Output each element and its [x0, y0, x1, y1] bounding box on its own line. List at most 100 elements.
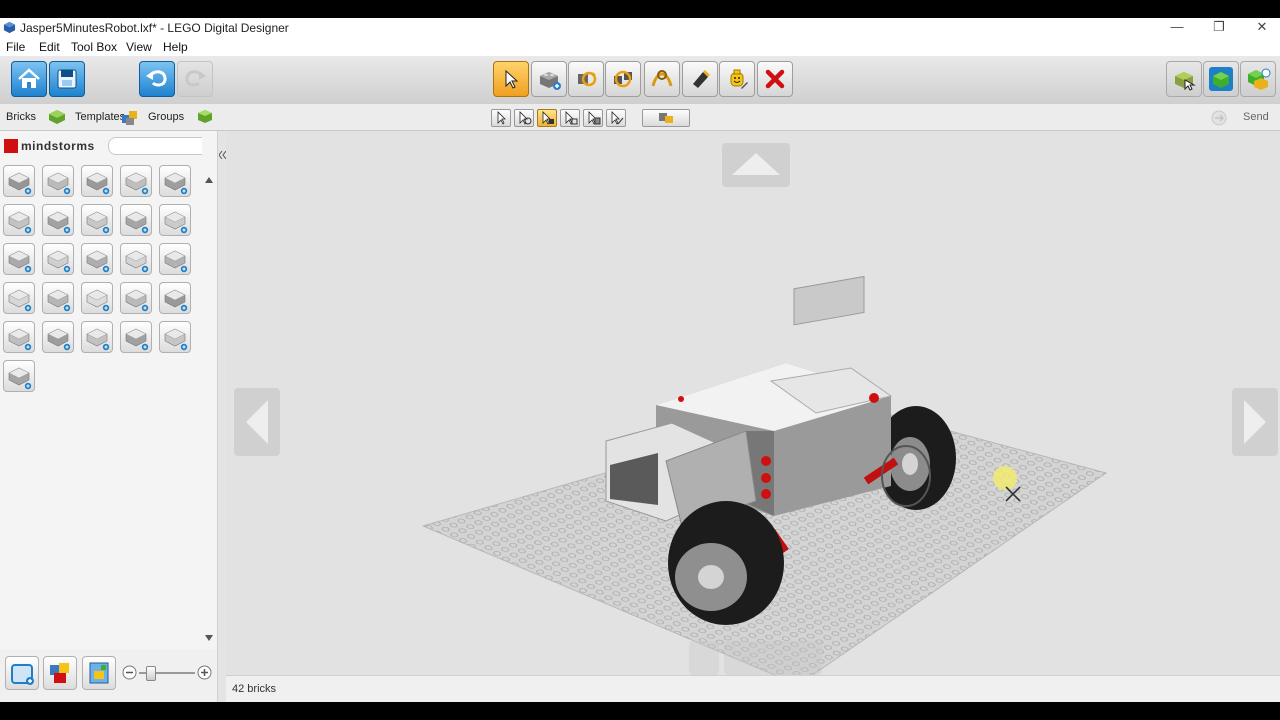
- color-bricks-icon: [50, 663, 69, 683]
- build-mode-button[interactable]: [1166, 61, 1202, 97]
- palette-brick-item[interactable]: [120, 282, 152, 314]
- brick-thumbnail-icon: [164, 211, 188, 234]
- brick-thumbnail-icon: [8, 250, 32, 273]
- collapse-panel-icon[interactable]: [219, 151, 226, 159]
- color-select-button[interactable]: [537, 109, 557, 127]
- brick-thumbnail-icon: [125, 289, 149, 312]
- menu-file[interactable]: File: [6, 40, 25, 54]
- hinge-align-tool-button[interactable]: [605, 61, 641, 97]
- save-icon: [57, 69, 77, 89]
- palette-brick-item[interactable]: [120, 243, 152, 275]
- shape-select-button[interactable]: [560, 109, 580, 127]
- palette-brick-item[interactable]: [3, 243, 35, 275]
- zoom-out-icon[interactable]: [122, 665, 137, 680]
- camera-right-arrow[interactable]: [1232, 388, 1278, 456]
- home-button[interactable]: [11, 61, 47, 97]
- palette-brick-item[interactable]: [81, 243, 113, 275]
- flex-icon: [651, 70, 673, 87]
- palette-brick-item[interactable]: [120, 321, 152, 353]
- select-tool-button[interactable]: [493, 61, 529, 97]
- cursor-connected-icon: [519, 111, 532, 125]
- palette-brick-item[interactable]: [42, 243, 74, 275]
- palette-brick-item[interactable]: [159, 204, 191, 236]
- hinge-icon: [578, 71, 597, 87]
- brick-thumbnail-icon: [86, 289, 110, 312]
- palette-brick-item[interactable]: [159, 165, 191, 197]
- close-window-button[interactable]: ✕: [1242, 18, 1280, 38]
- brick-search-input[interactable]: [108, 137, 210, 155]
- brick-thumbnail-icon: [125, 172, 149, 195]
- palette-brick-item[interactable]: [3, 204, 35, 236]
- add-model-button[interactable]: [5, 656, 39, 690]
- color-palette-button[interactable]: [43, 656, 77, 690]
- save-button[interactable]: [49, 61, 85, 97]
- menu-edit[interactable]: Edit: [39, 40, 60, 54]
- decorate-tool-button[interactable]: [719, 61, 755, 97]
- palette-brick-item[interactable]: [42, 321, 74, 353]
- invert-select-button[interactable]: [606, 109, 626, 127]
- tab-templates[interactable]: Templates: [75, 111, 125, 123]
- menu-bar: File Edit Tool Box View Help: [0, 38, 1280, 56]
- zoom-slider[interactable]: [122, 663, 212, 683]
- palette-brick-item[interactable]: [42, 165, 74, 197]
- palette-brick-item[interactable]: [159, 321, 191, 353]
- paint-bucket-icon: [693, 70, 710, 88]
- palette-brick-item[interactable]: [159, 243, 191, 275]
- delete-tool-button[interactable]: [757, 61, 793, 97]
- rotate-camera-control[interactable]: [689, 641, 822, 675]
- restore-button[interactable]: ❐: [1199, 18, 1239, 38]
- model-icon: [11, 664, 34, 685]
- palette-brick-item[interactable]: [42, 282, 74, 314]
- connected-select-button[interactable]: [514, 109, 534, 127]
- redo-button[interactable]: [177, 61, 213, 97]
- palette-brick-item[interactable]: [3, 282, 35, 314]
- palette-brick-item[interactable]: [81, 282, 113, 314]
- undo-button[interactable]: [139, 61, 175, 97]
- groups-tab-icon: [198, 110, 212, 123]
- minimize-button[interactable]: —: [1157, 18, 1197, 38]
- palette-view-button[interactable]: [82, 656, 116, 690]
- main-toolbar: [0, 56, 1280, 105]
- menu-toolbox[interactable]: Tool Box: [71, 40, 117, 54]
- send-button[interactable]: Send: [1243, 111, 1269, 123]
- color-shape-select-button[interactable]: [583, 109, 603, 127]
- palette-brick-item[interactable]: [120, 204, 152, 236]
- menu-view[interactable]: View: [126, 40, 152, 54]
- flex-tool-button[interactable]: [644, 61, 680, 97]
- tab-bricks[interactable]: Bricks: [6, 111, 36, 123]
- palette-view-icon: [89, 662, 109, 684]
- view-mode-button[interactable]: [1203, 61, 1239, 97]
- group-selection-button[interactable]: [642, 109, 690, 127]
- palette-brick-item[interactable]: [81, 165, 113, 197]
- paint-tool-button[interactable]: [682, 61, 718, 97]
- palette-brick-item[interactable]: [3, 360, 35, 392]
- camera-up-arrow[interactable]: [722, 143, 790, 187]
- group-icon: [659, 113, 673, 123]
- 3d-viewport[interactable]: [226, 131, 1280, 675]
- palette-brick-item[interactable]: [159, 282, 191, 314]
- building-guide-button[interactable]: [1240, 61, 1276, 97]
- status-bar: 42 bricks: [226, 675, 1280, 702]
- zoom-slider-thumb[interactable]: [146, 666, 156, 681]
- scene-canvas[interactable]: [226, 131, 1280, 675]
- clone-tool-button[interactable]: [531, 61, 567, 97]
- building-guide-icon: [1248, 68, 1271, 90]
- brick-thumbnail-icon: [86, 328, 110, 351]
- mindstorms-logo: mindstorms: [4, 139, 95, 153]
- hinge-tool-button[interactable]: [568, 61, 604, 97]
- palette-brick-item[interactable]: [42, 204, 74, 236]
- palette-scrollbar[interactable]: [202, 131, 216, 649]
- menu-help[interactable]: Help: [163, 40, 188, 54]
- tab-groups[interactable]: Groups: [148, 111, 184, 123]
- palette-brick-item[interactable]: [3, 165, 35, 197]
- palette-brick-item[interactable]: [81, 321, 113, 353]
- brick-thumbnail-icon: [164, 328, 188, 351]
- palette-brick-item[interactable]: [120, 165, 152, 197]
- palette-brick-item[interactable]: [3, 321, 35, 353]
- single-select-button[interactable]: [491, 109, 511, 127]
- hinge-align-icon: [614, 70, 632, 88]
- zoom-in-icon[interactable]: [197, 665, 212, 680]
- redo-icon: [185, 70, 206, 87]
- palette-brick-item[interactable]: [81, 204, 113, 236]
- camera-left-arrow[interactable]: [234, 388, 280, 456]
